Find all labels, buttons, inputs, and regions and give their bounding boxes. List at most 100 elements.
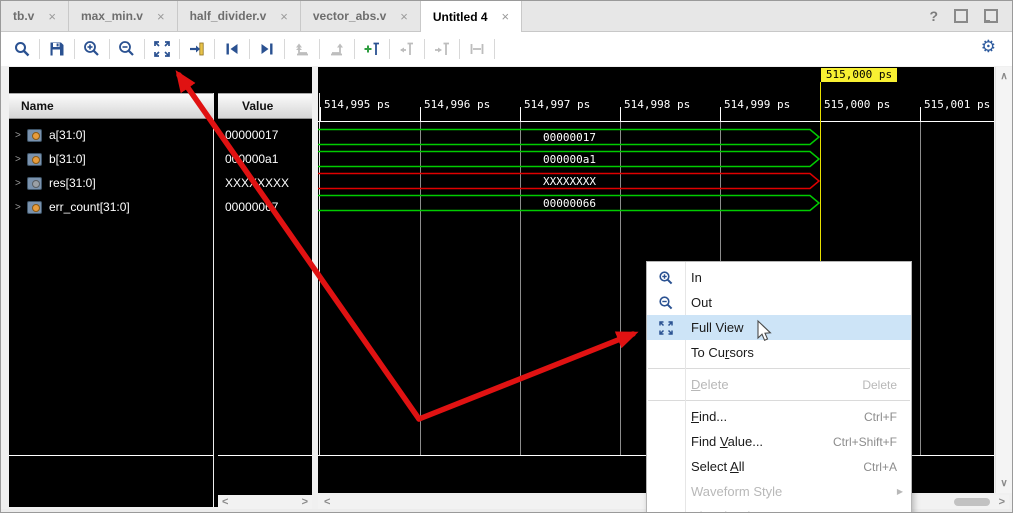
zoom-out-button[interactable]: [114, 36, 140, 62]
float-icon[interactable]: [984, 9, 998, 23]
signal-row-a[interactable]: > a[31:0]: [9, 123, 213, 147]
signal-row-res[interactable]: > res[31:0]: [9, 171, 213, 195]
wave-toolbar: ⚙: [1, 32, 1012, 66]
time-tick-label: 515,000 ps: [824, 98, 890, 111]
signal-panel: Name Value > a[31:0] > b[31:0] > res[31:…: [9, 67, 312, 507]
bus-signal-icon: [27, 153, 42, 166]
gridline: [920, 122, 921, 455]
scroll-left-icon[interactable]: <: [222, 496, 228, 508]
next-marker-icon: [433, 40, 451, 58]
submenu-arrow-icon: ▶: [897, 487, 903, 496]
context-menu: In Out Full View To Cursors Delete Delet…: [646, 261, 912, 513]
time-tick: [620, 107, 621, 121]
time-tick: [420, 107, 421, 121]
close-icon[interactable]: ×: [157, 9, 165, 24]
expand-chevron-icon[interactable]: >: [15, 130, 27, 141]
value-column-header: Value: [218, 93, 312, 119]
zoom-in-button[interactable]: [79, 36, 105, 62]
expand-chevron-icon[interactable]: >: [15, 154, 27, 165]
tab-half_divider.v[interactable]: half_divider.v ×: [178, 1, 301, 31]
time-tick-label: 514,999 ps: [724, 98, 790, 111]
zoom-to-cursor-button[interactable]: [184, 36, 210, 62]
bus-value: 000000a1: [318, 153, 821, 166]
time-tick-label: 514,998 ps: [624, 98, 690, 111]
swap-next-button[interactable]: [324, 36, 350, 62]
expand-chevron-icon[interactable]: >: [15, 202, 27, 213]
search-button[interactable]: [9, 36, 35, 62]
window-buttons: ?: [929, 8, 998, 24]
menu-item-full-view[interactable]: Full View: [647, 315, 911, 340]
signal-value: 00000017: [225, 123, 278, 147]
signal-row-b[interactable]: > b[31:0]: [9, 147, 213, 171]
signal-name: a[31:0]: [49, 128, 86, 142]
zoom-in-icon: [83, 40, 101, 58]
previous-transition-button[interactable]: [219, 36, 245, 62]
zoom-in-icon: [647, 270, 685, 286]
bus-signal-icon: [27, 201, 42, 214]
wave-vertical-scrollbar[interactable]: ∧ ∨: [995, 67, 1012, 493]
time-tick-label: 514,995 ps: [324, 98, 390, 111]
wave-left-border: [319, 93, 320, 455]
tab-untitled-4[interactable]: Untitled 4 ×: [421, 1, 522, 32]
menu-item-zoom-out[interactable]: Out: [647, 290, 911, 315]
zoom-out-icon: [118, 40, 136, 58]
menu-separator: [648, 368, 910, 369]
next-transition-button[interactable]: [254, 36, 280, 62]
help-icon[interactable]: ?: [929, 8, 938, 24]
tab-tb.v[interactable]: tb.v ×: [1, 1, 69, 31]
bus-signal-icon: [27, 129, 42, 142]
close-icon[interactable]: ×: [400, 9, 408, 24]
signal-name: b[31:0]: [49, 152, 86, 166]
bus-value: 00000017: [318, 131, 821, 144]
previous-marker-button[interactable]: [394, 36, 420, 62]
swap-previous-button[interactable]: [289, 36, 315, 62]
settings-gear-icon[interactable]: ⚙: [981, 37, 996, 57]
tab-label: half_divider.v: [190, 9, 267, 23]
tab-max_min.v[interactable]: max_min.v ×: [69, 1, 178, 31]
menu-item-select-all[interactable]: Select All Ctrl+A: [647, 454, 911, 479]
column-separator[interactable]: [213, 93, 214, 507]
bus-signal-icon: [27, 177, 42, 190]
signal-value: 000000a1: [225, 147, 278, 171]
time-tick: [920, 107, 921, 121]
time-tick-label: 514,996 ps: [424, 98, 490, 111]
scroll-left-icon[interactable]: <: [324, 496, 330, 508]
expand-chevron-icon[interactable]: >: [15, 178, 27, 189]
value-horizontal-scrollbar[interactable]: < >: [218, 495, 312, 509]
previous-marker-icon: [398, 40, 416, 58]
left-gutter: [1, 66, 9, 513]
maximize-icon[interactable]: [954, 9, 968, 23]
menu-item-find-value[interactable]: Find Value... Ctrl+Shift+F: [647, 429, 911, 454]
snap-to-transition-icon: [468, 40, 486, 58]
scroll-right-icon[interactable]: >: [999, 496, 1005, 508]
save-icon: [48, 40, 66, 58]
menu-item-find[interactable]: Find... Ctrl+F: [647, 404, 911, 429]
next-marker-button[interactable]: [429, 36, 455, 62]
time-tick: [320, 107, 321, 121]
menu-item-zoom-in[interactable]: In: [647, 265, 911, 290]
menu-item-waveform-style: Waveform Style ▶: [647, 479, 911, 504]
close-icon[interactable]: ×: [48, 9, 56, 24]
scroll-up-icon[interactable]: ∧: [996, 71, 1012, 82]
signal-row-err_count[interactable]: > err_count[31:0]: [9, 195, 213, 219]
add-marker-icon: [363, 40, 381, 58]
waveform-window: tb.v × max_min.v × half_divider.v × vect…: [0, 0, 1013, 513]
scroll-right-icon[interactable]: >: [302, 496, 308, 508]
snap-to-transition-button[interactable]: [464, 36, 490, 62]
scroll-down-icon[interactable]: ∨: [996, 478, 1012, 489]
scrollbar-thumb[interactable]: [954, 498, 990, 506]
menu-item-to-cursors[interactable]: To Cursors: [647, 340, 911, 365]
menu-shortcut: Delete: [862, 378, 897, 392]
tab-vector_abs.v[interactable]: vector_abs.v ×: [301, 1, 421, 31]
time-tick: [720, 107, 721, 121]
close-icon[interactable]: ×: [502, 9, 510, 24]
tab-label: tb.v: [13, 9, 34, 23]
bus-value: 00000066: [318, 197, 821, 210]
zoom-fit-button[interactable]: [149, 36, 175, 62]
close-icon[interactable]: ×: [280, 9, 288, 24]
swap-next-icon: [328, 40, 346, 58]
menu-item-signal-color: Signal Color ▶: [647, 504, 911, 513]
save-button[interactable]: [44, 36, 70, 62]
add-marker-button[interactable]: [359, 36, 385, 62]
cursor-time-flag[interactable]: 515,000 ps: [821, 68, 897, 82]
